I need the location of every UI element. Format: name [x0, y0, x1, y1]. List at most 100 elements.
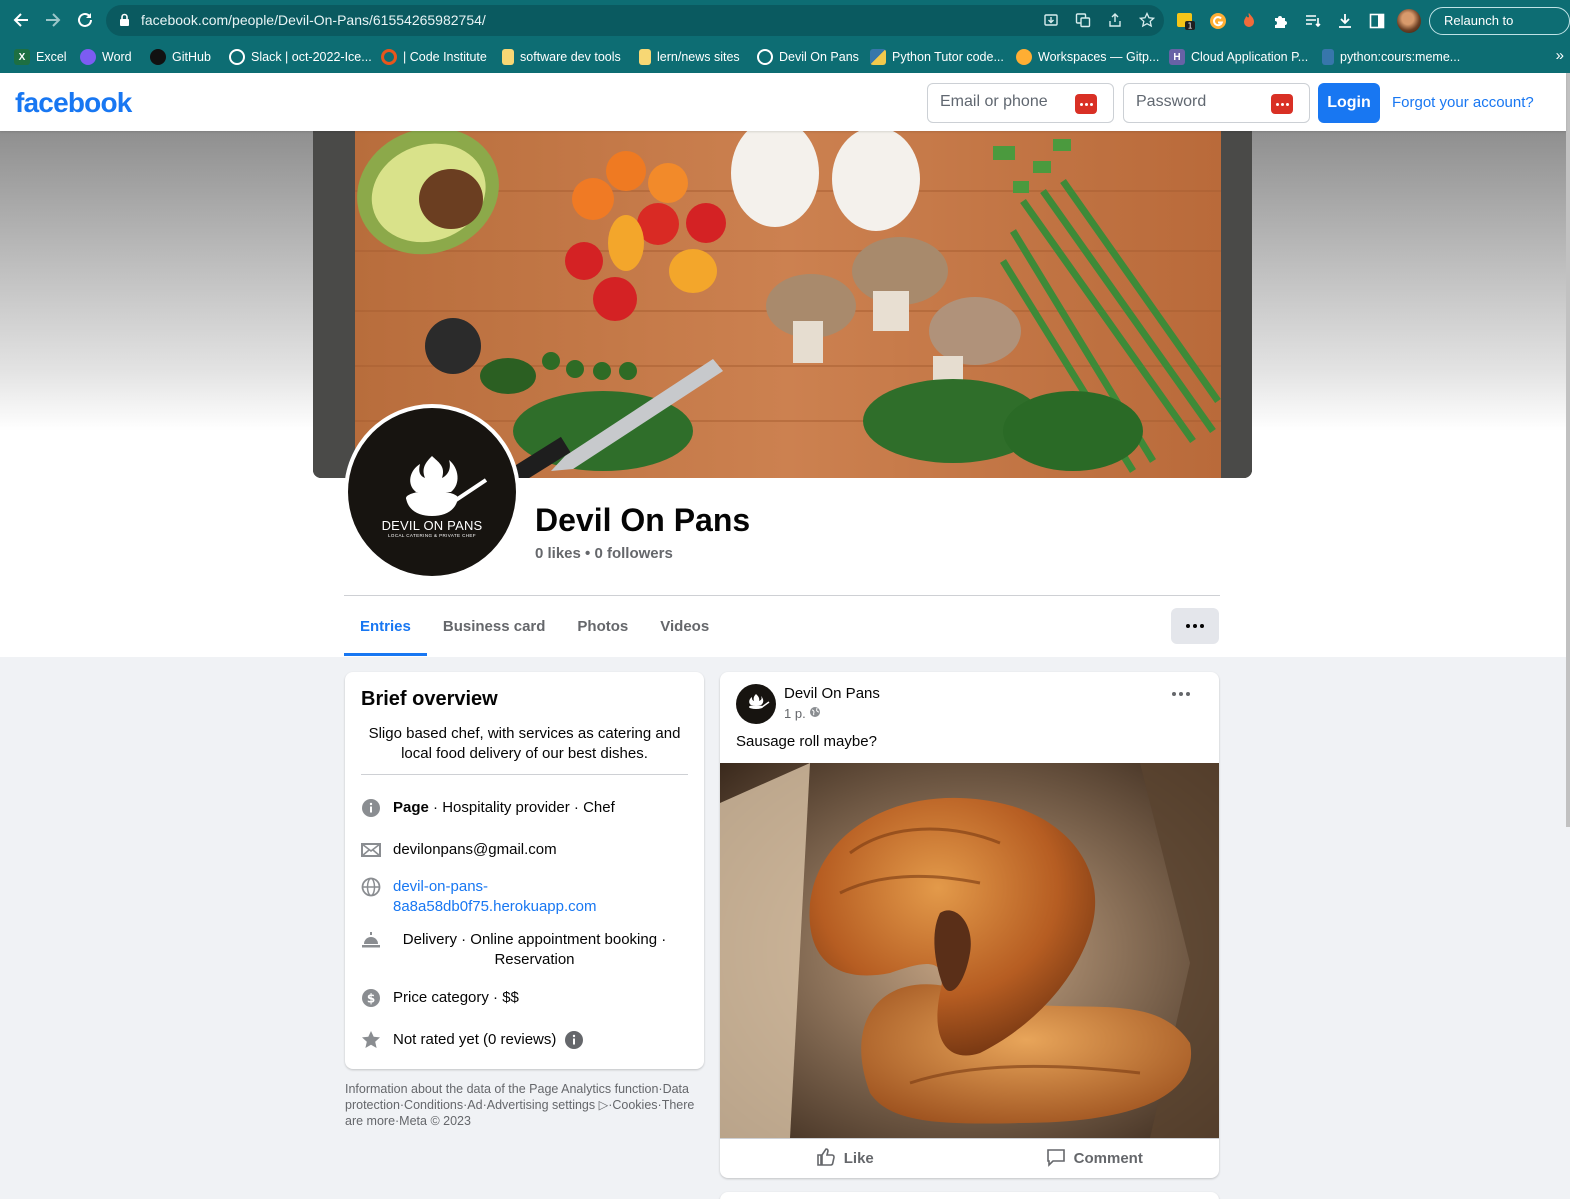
rating-info-icon[interactable]: [564, 1030, 584, 1050]
gitpod-icon: [1016, 49, 1032, 65]
password-manager-icon[interactable]: [1075, 94, 1097, 114]
tab-videos[interactable]: Videos: [644, 596, 725, 656]
code-institute-icon: [381, 49, 397, 65]
info-icon: [361, 798, 381, 818]
comment-icon: [1046, 1147, 1066, 1171]
password-field[interactable]: [1123, 83, 1310, 123]
python-icon: [870, 49, 886, 65]
post-options-icon[interactable]: [1172, 692, 1190, 696]
browser-profile-avatar[interactable]: [1397, 9, 1421, 33]
back-icon[interactable]: [9, 8, 33, 32]
devil-on-pans-logo: [406, 456, 488, 516]
grammarly-like-icon[interactable]: [1207, 10, 1229, 32]
post-time[interactable]: 1 p.: [784, 706, 806, 721]
email-field[interactable]: [927, 83, 1114, 123]
share-icon[interactable]: [1106, 11, 1124, 29]
side-panel-icon[interactable]: [1366, 10, 1388, 32]
post-author[interactable]: Devil On Pans: [784, 685, 880, 702]
like-button[interactable]: Like: [720, 1139, 970, 1178]
bookmark-heroku[interactable]: H Cloud Application P...: [1169, 48, 1308, 66]
bookmark-folder-software-dev-tools[interactable]: software dev tools: [502, 48, 621, 66]
post-meta: 1 p.: [784, 706, 821, 721]
comment-button[interactable]: Comment: [970, 1139, 1220, 1178]
footer-links[interactable]: Information about the data of the Page A…: [345, 1081, 707, 1129]
envelope-icon: [361, 840, 381, 860]
forward-icon[interactable]: [41, 8, 65, 32]
profile-picture[interactable]: DEVIL ON PANS LOCAL CATERING & PRIVATE C…: [344, 404, 520, 580]
email-text[interactable]: devilonpans@gmail.com: [393, 840, 557, 860]
excel-icon: X: [14, 49, 30, 65]
bookmark-folder-lern-news[interactable]: lern/news sites: [639, 48, 740, 66]
star-icon[interactable]: [1138, 11, 1156, 29]
next-post-card: [720, 1192, 1219, 1199]
bookmark-python-doc[interactable]: python:cours:meme...: [1322, 48, 1460, 66]
facebook-logo[interactable]: facebook: [15, 87, 132, 119]
bookmark-excel[interactable]: X Excel: [14, 48, 67, 66]
bookmark-github[interactable]: GitHub: [150, 48, 211, 66]
thumbs-up-icon: [816, 1147, 836, 1171]
translate-icon[interactable]: [1074, 11, 1092, 29]
download-icon[interactable]: [1334, 10, 1356, 32]
like-label: Like: [843, 1150, 874, 1167]
reload-icon[interactable]: [73, 8, 97, 32]
post-avatar[interactable]: [736, 684, 776, 724]
page-scrollbar[interactable]: [1566, 73, 1570, 827]
heroku-icon: H: [1169, 49, 1185, 65]
email-input[interactable]: [940, 93, 1070, 111]
service-bell-icon: [361, 930, 381, 950]
browser-toolbar: facebook.com/people/Devil-On-Pans/615542…: [0, 0, 1570, 54]
overview-bio: Sligo based chef, with services as cater…: [368, 725, 681, 762]
logo-subtitle: LOCAL CATERING & PRIVATE CHEF: [388, 533, 476, 538]
install-icon[interactable]: [1042, 11, 1060, 29]
facebook-header: facebook Login Forgot your account?: [0, 73, 1566, 131]
price-text: Price category · $$: [393, 989, 519, 1006]
extension-fire-icon[interactable]: [1238, 10, 1260, 32]
login-button[interactable]: Login: [1318, 83, 1380, 123]
category-row: Page · Hospitality provider · Chef: [361, 798, 688, 818]
bookmark-word[interactable]: Word: [80, 48, 132, 66]
bookmark-code-institute[interactable]: | Code Institute: [381, 48, 487, 66]
more-options-button[interactable]: [1171, 608, 1219, 644]
globe-icon: [229, 49, 245, 65]
folder-icon: [639, 49, 651, 65]
logo-title: DEVIL ON PANS: [381, 518, 483, 533]
bookmark-devil-on-pans[interactable]: Devil On Pans: [757, 48, 859, 66]
url-text: facebook.com/people/Devil-On-Pans/615542…: [141, 12, 486, 28]
website-row: devil-on-pans- 8a8a58db0f75.herokuapp.com: [361, 877, 688, 917]
rating-text: Not rated yet (0 reviews): [393, 1031, 557, 1048]
svg-text:$: $: [367, 992, 375, 1006]
svg-text:1: 1: [1187, 22, 1192, 31]
tab-business-card[interactable]: Business card: [427, 596, 562, 656]
category-label: Page: [393, 799, 429, 816]
rating-row: Not rated yet (0 reviews): [361, 1030, 688, 1050]
post-actions: Like Comment: [720, 1138, 1219, 1178]
bookmarks-bar: X Excel Word GitHub Slack | oct-2022-Ice…: [0, 41, 1570, 73]
website-link[interactable]: devil-on-pans- 8a8a58db0f75.herokuapp.com: [393, 877, 597, 917]
address-bar[interactable]: facebook.com/people/Devil-On-Pans/615542…: [106, 5, 1164, 36]
tab-entries[interactable]: Entries: [344, 596, 427, 656]
bookmark-slack[interactable]: Slack | oct-2022-Ice...: [229, 48, 372, 66]
folder-icon: [502, 49, 514, 65]
globe-icon: [361, 877, 381, 897]
post-photo[interactable]: [720, 763, 1219, 1138]
forgot-account-link[interactable]: Forgot your account?: [1392, 94, 1534, 111]
brief-overview-card: Brief overview Sligo based chef, with se…: [345, 672, 704, 1069]
extensions-puzzle-icon[interactable]: [1270, 10, 1292, 32]
bookmark-gitpod[interactable]: Workspaces — Gitp...: [1016, 48, 1159, 66]
bookmark-python-tutor[interactable]: Python Tutor code...: [870, 48, 1004, 66]
lock-icon: [119, 13, 130, 32]
page-stats[interactable]: 0 likes • 0 followers: [535, 545, 673, 562]
sausage-roll-illustration: [720, 763, 1219, 1138]
services-row: Delivery · Online appointment booking · …: [361, 930, 688, 970]
bookmarks-overflow-icon[interactable]: »: [1556, 47, 1564, 64]
tab-photos[interactable]: Photos: [561, 596, 644, 656]
github-icon: [150, 49, 166, 65]
password-manager-icon[interactable]: [1271, 94, 1293, 114]
password-input[interactable]: [1136, 93, 1266, 111]
reading-list-icon[interactable]: [1302, 10, 1324, 32]
extension-notes-icon[interactable]: 1: [1175, 10, 1197, 32]
relaunch-button[interactable]: Relaunch to update: [1429, 7, 1570, 54]
python-doc-icon: [1322, 49, 1334, 65]
public-globe-icon: [809, 706, 821, 721]
post-text: Sausage roll maybe?: [736, 733, 877, 750]
